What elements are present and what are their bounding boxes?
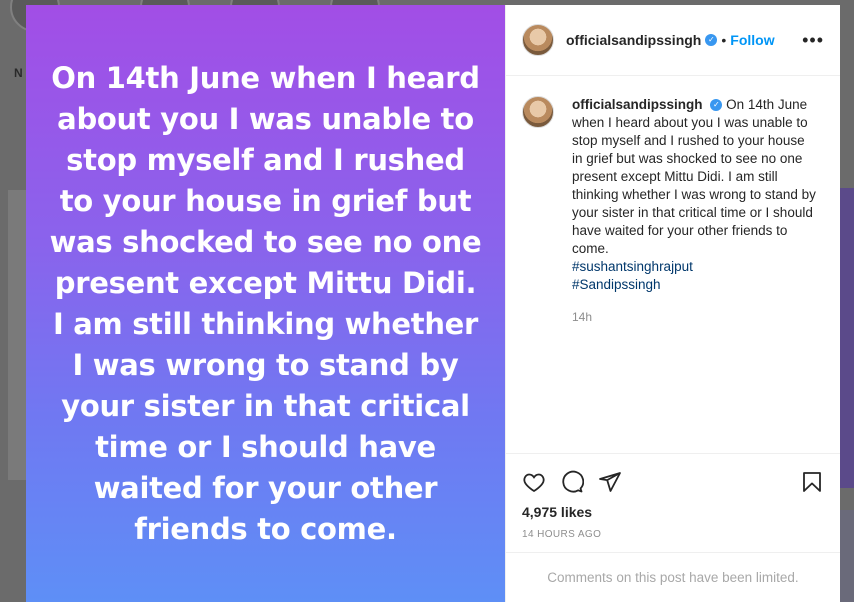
hashtag-link[interactable]: #sushantsinghrajput [572,258,817,276]
backdrop-post-thumbnail [838,510,854,602]
heart-icon[interactable] [522,470,546,494]
comment-icon[interactable] [560,470,584,494]
hashtag-link[interactable]: #Sandipssingh [572,276,817,294]
backdrop-post-thumbnail [838,188,854,488]
separator-dot: • [721,32,727,48]
header-username[interactable]: officialsandipssingh [566,32,701,48]
caption-body: officialsandipssingh ✓ On 14th June when… [572,96,817,453]
post-side-panel: officialsandipssingh ✓ • Follow ••• offi… [505,5,840,602]
follow-button[interactable]: Follow [730,32,774,48]
avatar[interactable] [522,24,554,56]
caption-timestamp[interactable]: 14h [572,308,817,326]
bookmark-icon[interactable] [800,470,824,494]
backdrop-label: N [14,66,23,80]
caption-section: officialsandipssingh ✓ On 14th June when… [506,76,840,453]
post-image[interactable]: On 14th June when I heard about you I wa… [26,5,505,602]
post-image-text: On 14th June when I heard about you I wa… [49,60,482,546]
backdrop-post-thumbnail [8,190,26,480]
verified-badge-icon: ✓ [705,34,718,46]
share-icon[interactable] [598,470,622,494]
comments-limited-notice: Comments on this post have been limited. [506,552,840,602]
verified-badge-icon: ✓ [710,99,723,112]
more-options-icon[interactable]: ••• [802,30,824,51]
post-header: officialsandipssingh ✓ • Follow ••• [506,5,840,76]
caption-text: On 14th June when I heard about you I wa… [572,97,816,256]
post-timestamp[interactable]: 14 HOURS AGO [522,529,824,540]
action-bar: 4,975 likes 14 HOURS AGO [506,453,840,552]
avatar[interactable] [522,96,554,128]
post-modal: On 14th June when I heard about you I wa… [26,5,840,602]
likes-count[interactable]: 4,975 likes [522,504,824,520]
caption-username[interactable]: officialsandipssingh [572,97,703,112]
